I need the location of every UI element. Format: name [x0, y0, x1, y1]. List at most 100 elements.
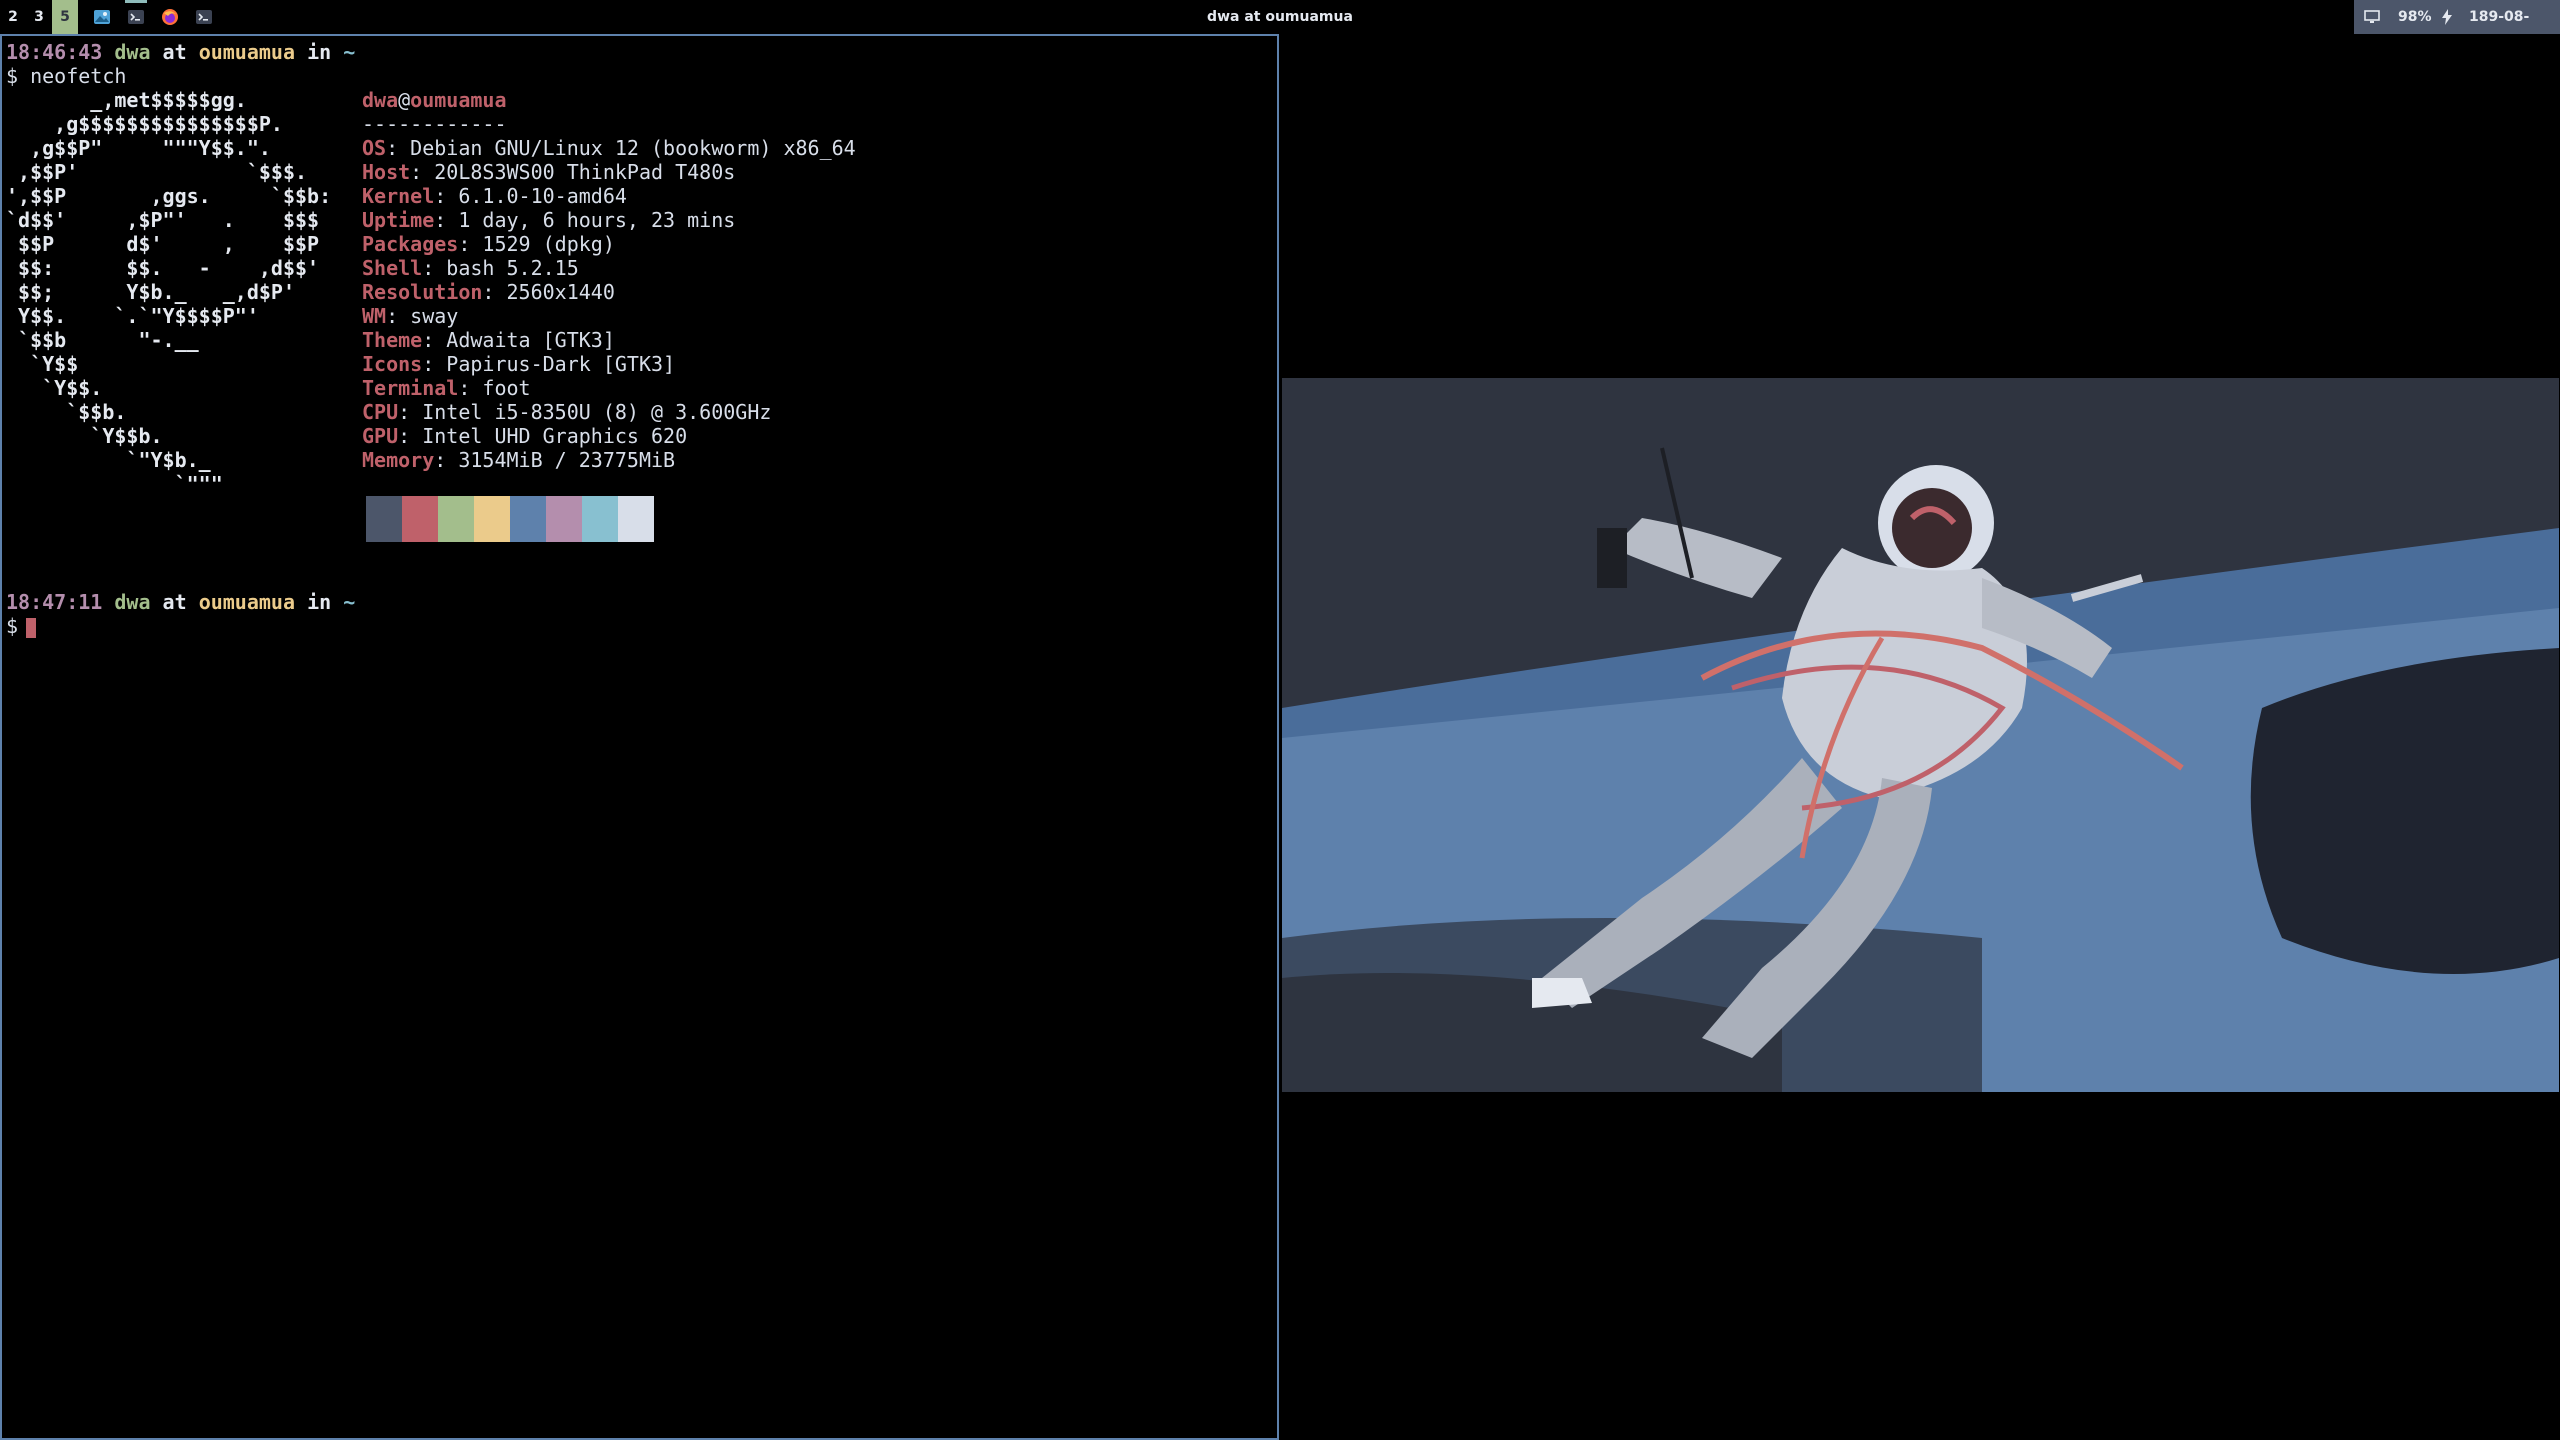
- logo-line: $$P d$' , $$P: [6, 232, 320, 256]
- info-host: Host: 20L8S3WS00 ThinkPad T480s: [362, 160, 735, 184]
- prompt-symbol: $: [6, 614, 19, 638]
- info-value: : Debian GNU/Linux 12 (bookworm) x86_64: [386, 136, 856, 160]
- logo-line: `$$b "-.__: [6, 328, 199, 352]
- info-memory: Memory: 3154MiB / 23775MiB: [362, 448, 675, 472]
- info-key: CPU: [362, 400, 399, 424]
- info-value: : 20L8S3WS00 ThinkPad T480s: [410, 160, 736, 184]
- color-palette: [366, 496, 654, 542]
- info-value: : 1529 (dpkg): [458, 232, 615, 256]
- top-bar: 2 3 5 dwa at oumuamua 98% 189-08-18:51: [0, 0, 2560, 59]
- input-line[interactable]: $: [6, 614, 37, 638]
- info-key: GPU: [362, 424, 399, 448]
- info-key: Terminal: [362, 376, 459, 400]
- image-viewer-window[interactable]: [1281, 34, 2560, 1440]
- color-swatch: [402, 496, 438, 542]
- window-title: dwa at oumuamua: [1207, 9, 1353, 25]
- prompt-line: 18:47:11 dwa at oumuamua in ~: [6, 590, 355, 614]
- prompt-time: 18:46:43: [6, 40, 103, 64]
- logo-line: `Y$$b.: [6, 424, 163, 448]
- logo-line: _,met$$$$$gg.: [6, 88, 247, 112]
- info-value: : Intel i5-8350U (8) @ 3.600GHz: [398, 400, 772, 424]
- info-value: : 1 day, 6 hours, 23 mins: [434, 208, 736, 232]
- logo-line: `"Y$b._: [6, 448, 211, 472]
- logo-line: $$: $$. - ,d$$': [6, 256, 320, 280]
- info-wm: WM: sway: [362, 304, 458, 328]
- info-uptime: Uptime: 1 day, 6 hours, 23 mins: [362, 208, 735, 232]
- monitor-icon: [2364, 0, 2380, 34]
- astronaut-spacewalk-image: [1282, 378, 2559, 1092]
- color-swatch: [582, 496, 618, 542]
- prompt-dir: ~: [343, 590, 356, 614]
- info-key: Uptime: [362, 208, 435, 232]
- info-terminal: Terminal: foot: [362, 376, 531, 400]
- info-value: : 6.1.0-10-amd64: [434, 184, 627, 208]
- battery-percentage: 98%: [2398, 9, 2432, 25]
- logo-line: ,$$P' `$$$.: [6, 160, 308, 184]
- logo-line: ,g$$$$$$$$$$$$$$$P.: [6, 112, 283, 136]
- info-value: : bash 5.2.15: [422, 256, 579, 280]
- prompt-in: in: [307, 590, 332, 614]
- text-cursor: [26, 617, 37, 638]
- info-key: Kernel: [362, 184, 435, 208]
- logo-line: `Y$$.: [6, 376, 103, 400]
- info-packages: Packages: 1529 (dpkg): [362, 232, 615, 256]
- logo-line: `$$b.: [6, 400, 127, 424]
- terminal-window[interactable]: 18:46:43 dwa at oumuamua in ~ $ neofetch…: [0, 34, 1279, 1440]
- info-resolution: Resolution: 2560x1440: [362, 280, 615, 304]
- color-swatch: [546, 496, 582, 542]
- header-at: @: [398, 88, 411, 112]
- prompt-user: dwa: [114, 590, 151, 614]
- prompt-host: oumuamua: [198, 590, 296, 614]
- header-user: dwa: [362, 88, 399, 112]
- info-value: : 3154MiB / 23775MiB: [434, 448, 676, 472]
- info-value: : 2560x1440: [482, 280, 615, 304]
- prompt-user: dwa: [114, 40, 151, 64]
- info-shell: Shell: bash 5.2.15: [362, 256, 579, 280]
- color-swatch: [474, 496, 510, 542]
- info-key: OS: [362, 136, 387, 160]
- prompt-time: 18:47:11: [6, 590, 103, 614]
- info-theme: Theme: Adwaita [GTK3]: [362, 328, 615, 352]
- prompt-in: in: [307, 40, 332, 64]
- info-gpu: GPU: Intel UHD Graphics 620: [362, 424, 687, 448]
- status-area: 98% 189-08-18:51: [2354, 0, 2560, 59]
- prompt-host: oumuamua: [198, 40, 296, 64]
- logo-line: ',$$P ,ggs. `$$b:: [6, 184, 332, 208]
- prompt-line: 18:46:43 dwa at oumuamua in ~: [6, 40, 355, 64]
- color-swatch: [366, 496, 402, 542]
- color-swatch: [618, 496, 654, 542]
- info-key: Resolution: [362, 280, 483, 304]
- prompt-dir: ~: [343, 40, 356, 64]
- color-swatch: [510, 496, 546, 542]
- separator: ------------: [362, 112, 507, 136]
- info-key: Theme: [362, 328, 423, 352]
- logo-line: ,g$$P" """Y$$.".: [6, 136, 271, 160]
- info-cpu: CPU: Intel i5-8350U (8) @ 3.600GHz: [362, 400, 771, 424]
- user-host-header: dwa@oumuamua: [362, 88, 507, 112]
- info-key: Packages: [362, 232, 459, 256]
- logo-line: `Y$$: [6, 352, 79, 376]
- charging-icon: [2440, 0, 2454, 34]
- logo-line: $$; Y$b._ _,d$P': [6, 280, 295, 304]
- info-value: : sway: [386, 304, 459, 328]
- info-value: : Adwaita [GTK3]: [422, 328, 615, 352]
- logo-line: Y$$. `.`"Y$$$$P"': [6, 304, 259, 328]
- info-value: : foot: [458, 376, 531, 400]
- info-key: Icons: [362, 352, 423, 376]
- info-key: Memory: [362, 448, 435, 472]
- info-value: : Papirus-Dark [GTK3]: [422, 352, 676, 376]
- prompt-at: at: [162, 40, 187, 64]
- info-key: Shell: [362, 256, 423, 280]
- info-os: OS: Debian GNU/Linux 12 (bookworm) x86_6…: [362, 136, 856, 160]
- prompt-at: at: [162, 590, 187, 614]
- info-value: : Intel UHD Graphics 620: [398, 424, 688, 448]
- info-key: Host: [362, 160, 411, 184]
- info-icons: Icons: Papirus-Dark [GTK3]: [362, 352, 675, 376]
- info-key: WM: [362, 304, 387, 328]
- command-line: $ neofetch: [6, 64, 127, 88]
- info-kernel: Kernel: 6.1.0-10-amd64: [362, 184, 627, 208]
- logo-line: `""": [6, 472, 223, 496]
- color-swatch: [438, 496, 474, 542]
- logo-line: `d$$' ,$P"' . $$$: [6, 208, 320, 232]
- header-host: oumuamua: [410, 88, 507, 112]
